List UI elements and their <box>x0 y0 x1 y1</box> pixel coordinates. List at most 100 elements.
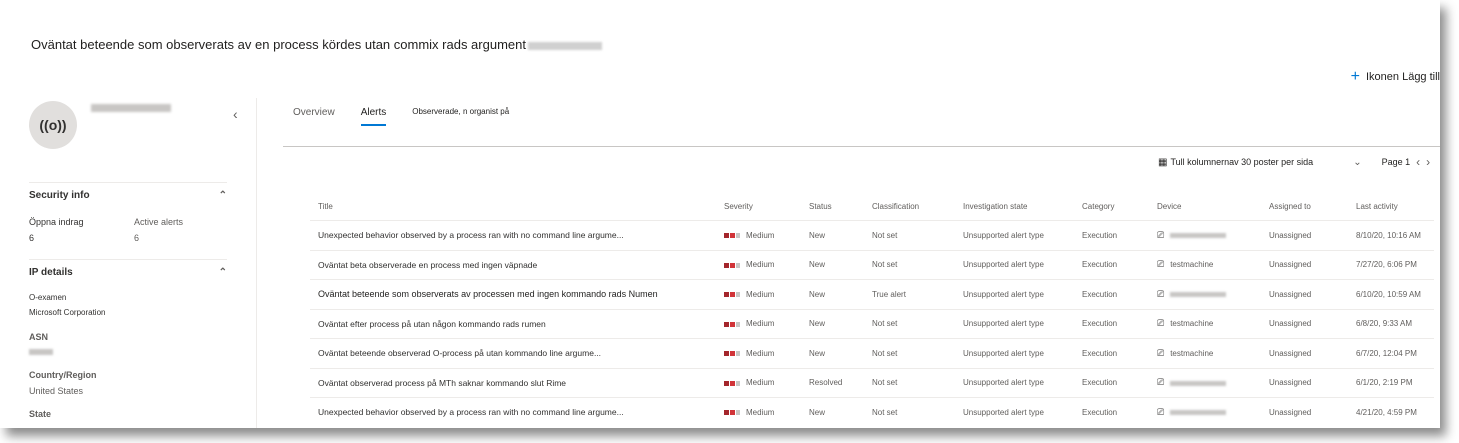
col-category[interactable]: Category <box>1074 192 1149 221</box>
assigned-to-cell: Unassigned <box>1261 279 1348 309</box>
table-row[interactable]: Oväntat observerad process på MTh saknar… <box>310 367 1434 398</box>
device-name[interactable]: testmachine <box>1170 319 1213 328</box>
category-cell: Execution <box>1074 308 1149 339</box>
severity-bar-icon <box>724 410 740 416</box>
classification-cell: Not set <box>864 338 955 368</box>
next-page-icon[interactable]: › <box>1426 155 1430 169</box>
alert-title[interactable]: Oväntat efter process på utan någon komm… <box>310 308 716 339</box>
redacted-text <box>527 41 602 50</box>
alert-title[interactable]: Oväntat beta observerade en process med … <box>310 249 716 280</box>
severity-cell: Medium <box>716 220 801 250</box>
col-investigation-state[interactable]: Investigation state <box>955 192 1074 221</box>
assigned-to-cell: Unassigned <box>1261 220 1348 250</box>
table-row[interactable]: Unexpected behavior observed by a proces… <box>310 397 1434 427</box>
table-row[interactable]: Oväntat beteende som observerats av proc… <box>310 279 1434 309</box>
col-device[interactable]: Device <box>1149 192 1261 221</box>
alert-title[interactable]: Oväntat observerad process på MTh saknar… <box>310 367 716 398</box>
device-cell: ⎚ testmachine <box>1149 308 1261 339</box>
severity-cell: Medium <box>716 397 801 427</box>
col-status[interactable]: Status <box>801 192 864 221</box>
tab-overview[interactable]: Overview <box>293 107 335 124</box>
investigation-state-cell: Unsupported alert type <box>955 279 1074 309</box>
country-label: Country/Region <box>29 370 97 380</box>
collapse-panel-icon[interactable]: ‹ <box>233 106 238 122</box>
status-cell: New <box>801 397 864 427</box>
tab-alerts[interactable]: Alerts <box>360 107 387 126</box>
classification-cell: Not set <box>864 220 955 250</box>
device-cell: ⎚ <box>1149 367 1261 398</box>
customize-columns-button[interactable]: Tull kolumnernav 30 poster per sida <box>1170 157 1313 167</box>
severity-value: Medium <box>746 260 775 270</box>
assigned-to-cell: Unassigned <box>1261 338 1348 368</box>
status-cell: New <box>801 220 864 250</box>
org-label: O-examen <box>29 293 67 302</box>
add-action-button[interactable]: + Ikonen Lägg till <box>1351 69 1440 85</box>
severity-value: Medium <box>746 230 775 240</box>
last-activity-cell: 4/21/20, 4:59 PM <box>1348 397 1434 427</box>
col-last-activity[interactable]: Last activity <box>1348 192 1434 221</box>
chevron-down-icon[interactable]: ⌄ <box>1353 157 1361 168</box>
laptop-icon: ⎚ <box>1157 229 1165 240</box>
category-cell: Execution <box>1074 367 1149 398</box>
tab-observed-in-organization[interactable]: Observerade, n organist på <box>412 107 509 122</box>
table-row[interactable]: Oväntat beta observerade en process med … <box>310 249 1434 280</box>
severity-bar-icon <box>724 380 740 386</box>
investigation-state-cell: Unsupported alert type <box>955 249 1074 280</box>
asn-label: ASN <box>29 332 49 342</box>
table-row[interactable]: Unexpected behavior observed by a proces… <box>310 220 1434 250</box>
table-row[interactable]: Oväntat beteende observerad O-process på… <box>310 338 1434 368</box>
page-indicator: Page 1 <box>1381 157 1411 167</box>
investigation-state-cell: Unsupported alert type <box>955 220 1074 250</box>
last-activity-cell: 6/8/20, 9:33 AM <box>1348 308 1434 339</box>
assigned-to-cell: Unassigned <box>1261 397 1348 427</box>
org-value: Microsoft Corporation <box>29 308 106 317</box>
severity-value: Medium <box>746 348 775 358</box>
prev-page-icon[interactable]: ‹ <box>1416 155 1420 169</box>
alert-title[interactable]: Unexpected behavior observed by a proces… <box>310 220 716 250</box>
device-name[interactable]: testmachine <box>1170 260 1213 269</box>
classification-cell: Not set <box>864 308 955 339</box>
col-severity[interactable]: Severity <box>716 192 801 221</box>
alert-title[interactable]: Oväntat beteende som observerats av proc… <box>310 279 716 309</box>
status-cell: New <box>801 338 864 368</box>
chevron-up-icon[interactable]: ⌃ <box>219 267 227 278</box>
columns-icon[interactable]: ▦ <box>1158 157 1167 168</box>
severity-value: Medium <box>746 407 775 417</box>
table-row[interactable]: Oväntat efter process på utan någon komm… <box>310 308 1434 339</box>
severity-bar-icon <box>724 262 740 268</box>
alert-title[interactable]: Unexpected behavior observed by a proces… <box>310 397 716 427</box>
device-cell: ⎚ <box>1149 279 1261 309</box>
investigation-state-cell: Unsupported alert type <box>955 367 1074 398</box>
alert-page: Oväntat beteende som observerats av en p… <box>0 0 1440 428</box>
device-name[interactable]: testmachine <box>1170 349 1213 358</box>
security-info-heading: Security info <box>29 190 90 201</box>
classification-cell: Not set <box>864 397 955 427</box>
severity-bar-icon <box>724 292 740 298</box>
device-cell: ⎚ testmachine <box>1149 338 1261 368</box>
device-name-redacted <box>1170 380 1227 386</box>
ip-details-section[interactable]: IP details ⌃ <box>29 267 227 278</box>
laptop-icon: ⎚ <box>1157 288 1165 299</box>
alert-title[interactable]: Oväntat beteende observerad O-process på… <box>310 338 716 368</box>
entity-name-redacted <box>91 104 171 112</box>
status-cell: New <box>801 249 864 280</box>
broadcast-icon: ((o)) <box>39 117 67 133</box>
state-label: State <box>29 409 52 419</box>
device-name-redacted <box>1170 292 1227 298</box>
asn-value-redacted <box>29 349 53 355</box>
chevron-up-icon[interactable]: ⌃ <box>219 190 227 201</box>
page-title-text: Oväntat beteende som observerats av en p… <box>31 37 526 52</box>
page-title: Oväntat beteende som observerats av en p… <box>31 37 602 52</box>
col-assigned-to[interactable]: Assigned to <box>1261 192 1348 221</box>
security-info-section[interactable]: Security info ⌃ <box>29 190 227 201</box>
severity-bar-icon <box>724 321 740 327</box>
last-activity-cell: 7/27/20, 6:06 PM <box>1348 249 1434 280</box>
col-title[interactable]: Title <box>310 192 716 221</box>
col-classification[interactable]: Classification <box>864 192 955 221</box>
severity-cell: Medium <box>716 249 801 280</box>
active-alerts-value: 6 <box>134 233 140 243</box>
category-cell: Execution <box>1074 249 1149 280</box>
status-cell: New <box>801 279 864 309</box>
status-cell: Resolved <box>801 367 864 398</box>
country-value: United States <box>29 386 84 396</box>
